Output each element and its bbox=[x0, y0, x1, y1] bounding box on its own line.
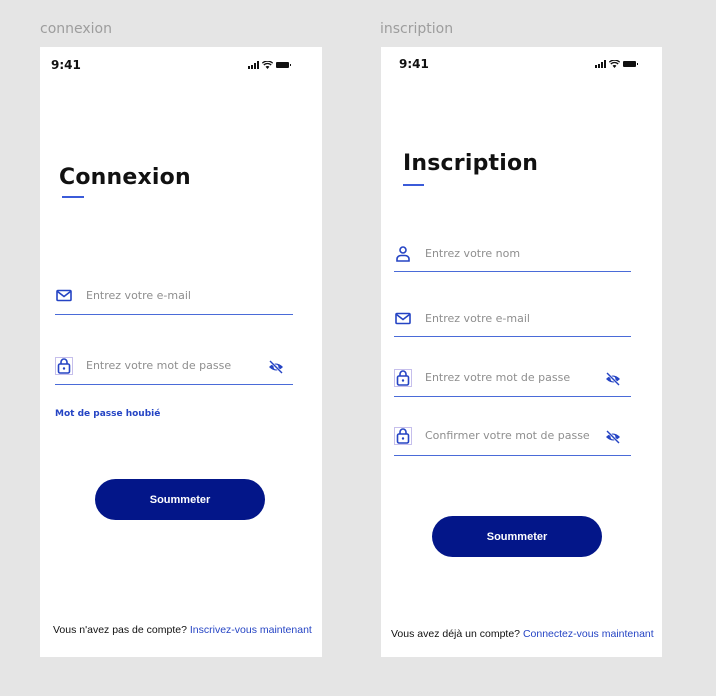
submit-button[interactable]: Soummeter bbox=[95, 479, 265, 520]
eye-off-icon[interactable] bbox=[605, 372, 621, 386]
signup-screen: 9:41 Inscription Entrez votre nom Entrez… bbox=[381, 47, 662, 657]
eye-off-icon[interactable] bbox=[605, 430, 621, 444]
password-placeholder: Entrez votre mot de passe bbox=[425, 371, 571, 384]
email-placeholder: Entrez votre e-mail bbox=[86, 289, 191, 302]
page-title: Connexion bbox=[59, 165, 191, 190]
lock-icon bbox=[394, 369, 412, 387]
eye-off-icon[interactable] bbox=[268, 360, 284, 374]
status-icons bbox=[595, 60, 638, 68]
signal-icon bbox=[595, 60, 606, 68]
password-underline bbox=[394, 396, 631, 397]
mail-icon bbox=[56, 289, 72, 302]
wifi-icon bbox=[609, 60, 620, 68]
status-time: 9:41 bbox=[51, 58, 81, 72]
signup-prompt: Vous n'avez pas de compte? Inscrivez-vou… bbox=[53, 624, 312, 636]
email-placeholder: Entrez votre e-mail bbox=[425, 312, 530, 325]
confirm-password-placeholder: Confirmer votre mot de passe bbox=[425, 429, 590, 442]
forgot-password-link[interactable]: Mot de passe houbié bbox=[55, 409, 160, 419]
lock-icon bbox=[55, 357, 73, 375]
password-field[interactable]: Entrez votre mot de passe bbox=[394, 369, 631, 399]
password-underline bbox=[55, 384, 293, 385]
login-screen: 9:41 Connexion Entrez votre e-mail Entre… bbox=[40, 47, 322, 657]
signup-link[interactable]: Inscrivez-vous maintenant bbox=[190, 624, 312, 636]
lock-icon bbox=[394, 427, 412, 445]
name-field[interactable]: Entrez votre nom bbox=[394, 245, 631, 275]
title-underline bbox=[403, 184, 424, 186]
user-icon bbox=[396, 246, 410, 262]
name-placeholder: Entrez votre nom bbox=[425, 247, 521, 260]
status-icons bbox=[248, 61, 291, 69]
email-field[interactable]: Entrez votre e-mail bbox=[55, 287, 293, 317]
mail-icon bbox=[395, 312, 411, 325]
name-underline bbox=[394, 271, 631, 272]
login-prompt-text: Vous avez déjà un compte? bbox=[391, 628, 521, 640]
email-underline bbox=[394, 336, 631, 337]
wifi-icon bbox=[262, 61, 273, 69]
frame-label-inscription: inscription bbox=[380, 21, 454, 37]
battery-icon bbox=[276, 62, 291, 68]
battery-icon bbox=[623, 61, 638, 67]
signup-prompt-text: Vous n'avez pas de compte? bbox=[53, 624, 187, 636]
status-time: 9:41 bbox=[399, 57, 429, 71]
password-field[interactable]: Entrez votre mot de passe bbox=[55, 357, 293, 387]
login-prompt: Vous avez déjà un compte? Connectez-vous… bbox=[391, 628, 654, 640]
frame-label-connexion: connexion bbox=[40, 21, 112, 37]
confirm-password-field[interactable]: Confirmer votre mot de passe bbox=[394, 427, 631, 457]
login-link[interactable]: Connectez-vous maintenant bbox=[523, 628, 654, 640]
email-field[interactable]: Entrez votre e-mail bbox=[394, 310, 631, 340]
title-underline bbox=[62, 196, 84, 198]
email-underline bbox=[55, 314, 293, 315]
submit-button[interactable]: Soummeter bbox=[432, 516, 602, 557]
page-title: Inscription bbox=[403, 151, 539, 176]
signal-icon bbox=[248, 61, 259, 69]
password-placeholder: Entrez votre mot de passe bbox=[86, 359, 232, 372]
confirm-password-underline bbox=[394, 455, 631, 456]
